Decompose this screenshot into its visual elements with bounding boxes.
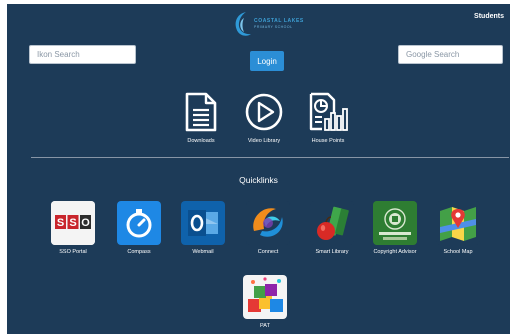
sso-portal-link[interactable]: S S O SSO Portal	[45, 201, 101, 256]
section-divider	[31, 157, 509, 158]
google-search-input[interactable]	[398, 45, 503, 64]
sso-icon: S S O	[51, 201, 95, 245]
video-library-tile[interactable]: Video Library	[234, 90, 294, 145]
app-label: School Map	[443, 249, 473, 255]
map-icon	[436, 201, 480, 245]
svg-text:S: S	[69, 217, 76, 229]
report-chart-icon	[306, 90, 350, 134]
pat-cubes-icon	[243, 275, 287, 319]
document-icon	[179, 90, 223, 134]
connect-icon	[246, 201, 290, 245]
app-label: Smart Library	[315, 249, 349, 255]
play-icon	[242, 90, 286, 134]
wave-logo-icon	[235, 12, 251, 36]
brand-name: COASTAL LAKES	[254, 17, 304, 24]
pat-link[interactable]: PAT	[237, 275, 293, 330]
tile-label: Downloads	[187, 138, 215, 144]
downloads-tile[interactable]: Downloads	[171, 90, 231, 145]
outlook-icon	[181, 201, 225, 245]
school-map-link[interactable]: School Map	[430, 201, 486, 256]
svg-text:S: S	[57, 217, 64, 229]
tile-label: House Points	[311, 138, 345, 144]
app-label: Connect	[257, 249, 279, 255]
svg-text:O: O	[81, 217, 90, 229]
brand-tagline: PRIMARY SCHOOL	[254, 24, 293, 29]
app-label: PAT	[260, 323, 270, 329]
portal-screen: COASTAL LAKES PRIMARY SCHOOL Students Lo…	[7, 4, 510, 334]
quicklinks-heading: Quicklinks	[239, 175, 278, 185]
compass-icon	[117, 201, 161, 245]
webmail-link[interactable]: Webmail	[175, 201, 231, 256]
app-label: SSO Portal	[59, 249, 87, 255]
compass-link[interactable]: Compass	[111, 201, 167, 256]
app-label: Webmail	[192, 249, 214, 255]
smart-library-link[interactable]: Smart Library	[304, 201, 360, 256]
login-button[interactable]: Login	[250, 51, 284, 71]
house-points-tile[interactable]: House Points	[298, 90, 358, 145]
app-label: Copyright Advisor	[373, 249, 417, 255]
ikon-search-input[interactable]	[29, 45, 136, 64]
connect-link[interactable]: Connect	[240, 201, 296, 256]
copyright-seal-icon	[373, 201, 417, 245]
students-link[interactable]: Students	[474, 13, 504, 20]
books-apple-icon	[310, 201, 354, 245]
copyright-advisor-link[interactable]: Copyright Advisor	[367, 201, 423, 256]
tile-label: Video Library	[247, 138, 281, 144]
app-label: Compass	[127, 249, 151, 255]
school-logo[interactable]: COASTAL LAKES PRIMARY SCHOOL	[232, 8, 318, 40]
